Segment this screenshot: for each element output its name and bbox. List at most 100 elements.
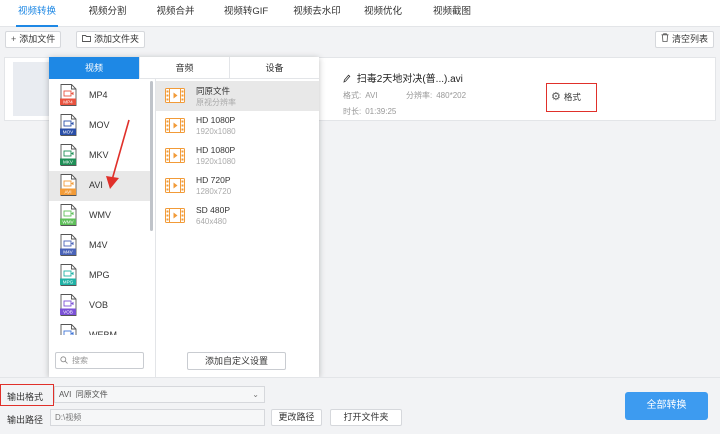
output-format-select[interactable]: AVI 同原文件 ⌄ bbox=[54, 386, 265, 403]
film-strip-icon bbox=[165, 208, 185, 223]
format-tag: AVI bbox=[64, 190, 71, 195]
search-placeholder: 搜索 bbox=[72, 356, 88, 365]
film-strip-icon bbox=[165, 178, 185, 193]
mov-file-icon: MOV bbox=[60, 114, 77, 136]
format-tag: VOB bbox=[63, 310, 73, 315]
output-format-label: 输出格式 bbox=[7, 392, 44, 402]
output-format-value: AVI 同原文件 bbox=[59, 390, 108, 399]
folder-icon bbox=[82, 32, 91, 47]
convert-all-button[interactable]: 全部转换 bbox=[625, 392, 708, 420]
format-item-mp4[interactable]: MP4 MP4 bbox=[49, 81, 150, 111]
m4v-file-icon: M4V bbox=[60, 234, 77, 256]
quality-title: SD 480P bbox=[196, 205, 231, 215]
format-tag: M4V bbox=[63, 250, 73, 255]
plus-icon: + bbox=[11, 34, 17, 44]
quality-resolution: 原视分辨率 bbox=[196, 98, 236, 107]
search-icon bbox=[60, 356, 68, 364]
quality-item[interactable]: SD 480P 640x480 bbox=[156, 201, 319, 231]
format-item-webm[interactable]: WEBM WEBM bbox=[49, 321, 150, 335]
format-item-label: VOB bbox=[89, 300, 109, 310]
format-button-label: 格式 bbox=[563, 92, 581, 102]
file-name-text: 扫毒2天地对决(普...).avi bbox=[356, 74, 463, 85]
webm-file-icon: WEBM bbox=[60, 324, 77, 335]
tab-video-split[interactable]: 视频分割 bbox=[80, 0, 135, 27]
format-tag: MP4 bbox=[63, 100, 73, 105]
format-tag: MOV bbox=[63, 130, 74, 135]
format-item-wmv[interactable]: WMV WMV bbox=[49, 201, 150, 231]
format-item-mpg[interactable]: MPG MPG bbox=[49, 261, 150, 291]
clear-list-button[interactable]: 清空列表 bbox=[655, 31, 715, 48]
edit-pen-icon[interactable] bbox=[343, 74, 357, 85]
tab-video-screenshot[interactable]: 视频截图 bbox=[425, 0, 479, 27]
add-custom-setting-button[interactable]: 添加自定义设置 bbox=[187, 352, 286, 370]
panel-tab-audio[interactable]: 音频 bbox=[139, 57, 229, 79]
quality-item[interactable]: HD 720P 1280x720 bbox=[156, 171, 319, 201]
format-dropdown-panel: 视频 音频 设备 MP4 MP4 MOV MOV MKV MKV AVI AVI WMV WMV M… bbox=[49, 57, 319, 377]
quality-title: HD 1080P bbox=[196, 115, 236, 125]
quality-list: 同原文件 原视分辨率 HD 1080P 1920x1080 HD 1080P 1920x1… bbox=[156, 79, 319, 329]
tab-video-convert[interactable]: 视频转换 bbox=[12, 0, 62, 27]
format-item-label: MKV bbox=[89, 150, 109, 160]
panel-tab-bar: 视频 音频 设备 bbox=[49, 57, 319, 79]
format-item-label: AVI bbox=[89, 180, 103, 190]
format-tag: MPG bbox=[63, 280, 74, 285]
add-file-button[interactable]: + 添加文件 bbox=[5, 31, 62, 48]
file-name: 扫毒2天地对决(普...).avi bbox=[343, 70, 463, 85]
file-duration-info: 时长: 01:39:25 bbox=[343, 106, 396, 117]
output-path-field[interactable]: D:\视频 bbox=[50, 409, 265, 426]
quality-item[interactable]: 同原文件 原视分辨率 bbox=[156, 81, 319, 111]
format-item-mov[interactable]: MOV MOV bbox=[49, 111, 150, 141]
format-item-mkv[interactable]: MKV MKV bbox=[49, 141, 150, 171]
format-list-scrollbar[interactable] bbox=[150, 81, 153, 231]
format-settings-button[interactable]: ⚙ 格式 bbox=[546, 83, 597, 112]
trash-icon bbox=[661, 32, 669, 47]
wmv-file-icon: WMV bbox=[60, 204, 77, 226]
format-item-vob[interactable]: VOB VOB bbox=[49, 291, 150, 321]
format-tag: MKV bbox=[63, 160, 74, 165]
panel-tab-video[interactable]: 视频 bbox=[49, 57, 139, 79]
file-resolution-info: 分辨率: 480*202 bbox=[406, 90, 466, 101]
top-tab-bar: 视频转换 视频分割 视频合并 视频转GIF 视频去水印 视频优化 视频截图 bbox=[0, 0, 720, 27]
format-item-label: WEBM bbox=[89, 330, 117, 335]
quality-resolution: 1280x720 bbox=[196, 187, 232, 196]
resolution-label: 分辨率: bbox=[406, 91, 433, 100]
tab-video-to-gif[interactable]: 视频转GIF bbox=[216, 0, 276, 27]
format-item-label: M4V bbox=[89, 240, 108, 250]
format-item-avi[interactable]: AVI AVI bbox=[49, 171, 150, 201]
bottom-bar: 输出格式 AVI 同原文件 ⌄ 输出路径 D:\视频 更改路径 打开文件夹 全部… bbox=[0, 377, 720, 434]
tab-video-merge[interactable]: 视频合并 bbox=[148, 0, 203, 27]
format-list: MP4 MP4 MOV MOV MKV MKV AVI AVI WMV WMV M4V M4V MPG M… bbox=[49, 79, 150, 335]
tab-video-optimize[interactable]: 视频优化 bbox=[356, 0, 410, 27]
open-folder-button[interactable]: 打开文件夹 bbox=[330, 409, 402, 426]
format-search-input[interactable]: 搜索 bbox=[55, 352, 144, 369]
toolbar: + 添加文件 添加文件夹 清空列表 bbox=[0, 27, 720, 53]
quality-title: 同原文件 bbox=[196, 86, 231, 96]
quality-item[interactable]: HD 1080P 1920x1080 bbox=[156, 141, 319, 171]
mp4-file-icon: MP4 bbox=[60, 84, 77, 106]
format-item-label: MP4 bbox=[89, 90, 108, 100]
panel-tab-device[interactable]: 设备 bbox=[229, 57, 319, 79]
format-value: AVI bbox=[365, 91, 378, 100]
quality-resolution: 1920x1080 bbox=[196, 127, 236, 136]
duration-label: 时长: bbox=[343, 107, 362, 116]
format-item-m4v[interactable]: M4V M4V bbox=[49, 231, 150, 261]
resolution-value: 480*202 bbox=[436, 91, 467, 100]
quality-item[interactable]: HD 1080P 1920x1080 bbox=[156, 111, 319, 141]
format-item-label: WMV bbox=[89, 210, 111, 220]
film-strip-icon bbox=[165, 118, 185, 133]
film-strip-icon bbox=[165, 148, 185, 163]
quality-title: HD 720P bbox=[196, 175, 231, 185]
vob-file-icon: VOB bbox=[60, 294, 77, 316]
file-format-info: 格式: AVI bbox=[343, 90, 378, 101]
add-file-label: 添加文件 bbox=[19, 34, 56, 44]
gear-icon: ⚙ bbox=[551, 91, 561, 103]
format-tag: WMV bbox=[62, 220, 74, 225]
tab-remove-watermark[interactable]: 视频去水印 bbox=[284, 0, 350, 27]
output-path-value: D:\视频 bbox=[55, 413, 82, 422]
mpg-file-icon: MPG bbox=[60, 264, 77, 286]
quality-title: HD 1080P bbox=[196, 145, 236, 155]
avi-file-icon: AVI bbox=[60, 174, 77, 196]
add-folder-button[interactable]: 添加文件夹 bbox=[76, 31, 146, 48]
film-strip-icon bbox=[165, 88, 185, 103]
change-path-button[interactable]: 更改路径 bbox=[271, 409, 322, 426]
